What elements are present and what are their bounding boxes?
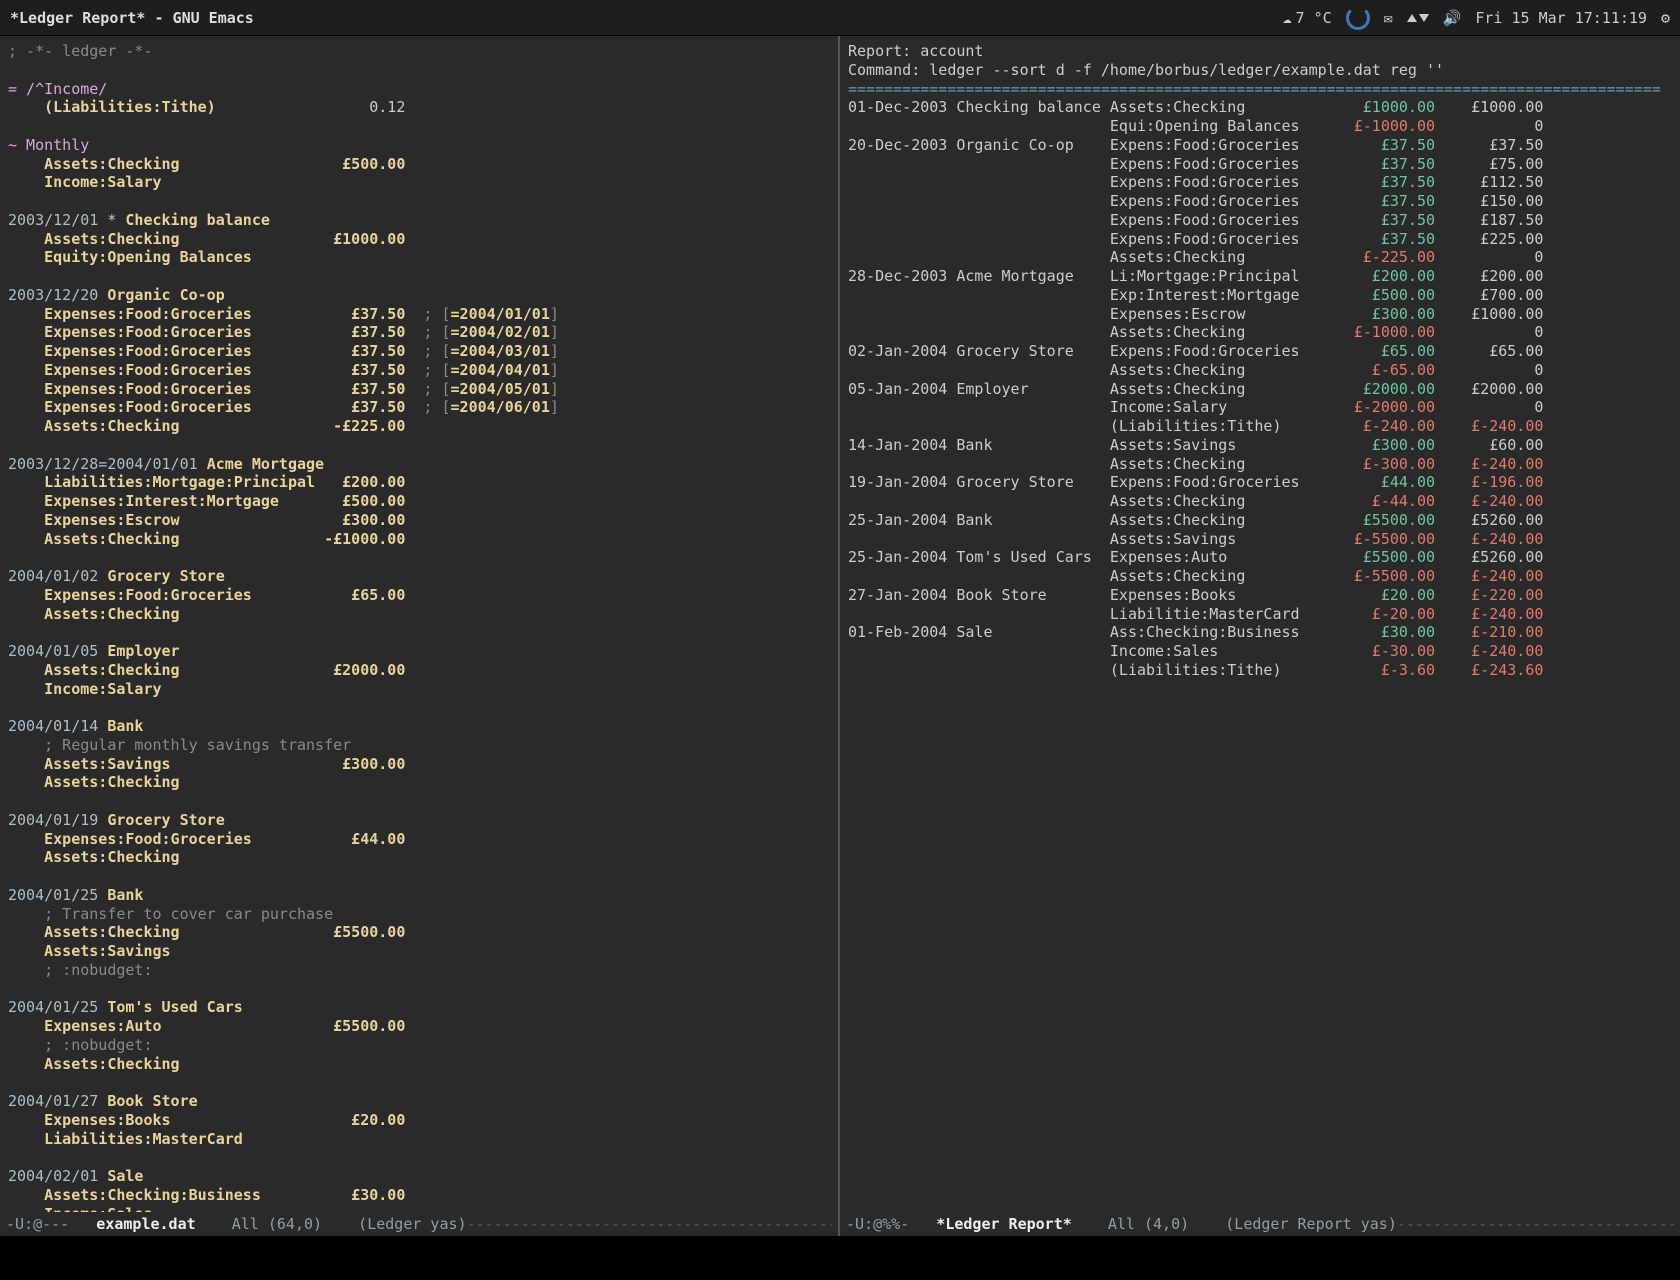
modeline-fill: ----------------------------------------… xyxy=(1397,1215,1674,1234)
gnome-topbar: *Ledger Report* - GNU Emacs ☁ 7 °C ✉ 🔊 F… xyxy=(0,0,1680,36)
register-row: 28-Dec-2003 Acme Mortgage Li:Mortgage:Pr… xyxy=(848,267,1672,286)
weather-text: 7 °C xyxy=(1296,9,1332,27)
register-row: Equi:Opening Balances £-1000.00 0 xyxy=(848,117,1672,136)
modeline-left: -U:@--- example.dat All (64,0) (Ledger y… xyxy=(0,1212,838,1236)
report-separator: ========================================… xyxy=(848,80,1672,99)
volume-icon[interactable]: 🔊 xyxy=(1443,9,1462,27)
register-row: 19-Jan-2004 Grocery Store Expens:Food:Gr… xyxy=(848,473,1672,492)
report-label: Report: account xyxy=(848,42,1672,61)
modeline-fill: ----------------------------------------… xyxy=(467,1215,832,1234)
clock[interactable]: Fri 15 Mar 17:11:19 xyxy=(1475,9,1647,27)
register-row: Income:Sales £-30.00 £-240.00 xyxy=(848,642,1672,661)
register-row: 20-Dec-2003 Organic Co-op Expens:Food:Gr… xyxy=(848,136,1672,155)
register-row: 27-Jan-2004 Book Store Expenses:Books £2… xyxy=(848,586,1672,605)
network-icon[interactable] xyxy=(1407,14,1429,22)
register-row: Expens:Food:Groceries £37.50 £75.00 xyxy=(848,155,1672,174)
register-row: Expens:Food:Groceries £37.50 £187.50 xyxy=(848,211,1672,230)
register-row: Assets:Checking £-225.00 0 xyxy=(848,248,1672,267)
register-row: 25-Jan-2004 Bank Assets:Checking £5500.0… xyxy=(848,511,1672,530)
modeline-buffer: *Ledger Report* xyxy=(936,1215,1071,1234)
register-row: Assets:Checking £-65.00 0 xyxy=(848,361,1672,380)
register-row: Assets:Checking £-5500.00 £-240.00 xyxy=(848,567,1672,586)
register-row: Expens:Food:Groceries £37.50 £225.00 xyxy=(848,230,1672,249)
register-row: (Liabilities:Tithe) £-240.00 £-240.00 xyxy=(848,417,1672,436)
weather-indicator[interactable]: ☁ 7 °C xyxy=(1283,9,1332,27)
register-row: Liabilitie:MasterCard £-20.00 £-240.00 xyxy=(848,605,1672,624)
register-row: Exp:Interest:Mortgage £500.00 £700.00 xyxy=(848,286,1672,305)
modeline-position: All (64,0) xyxy=(232,1215,322,1234)
register-row: 05-Jan-2004 Employer Assets:Checking £20… xyxy=(848,380,1672,399)
modeline-mode: (Ledger yas) xyxy=(358,1215,466,1234)
register-row: (Liabilities:Tithe) £-3.60 £-243.60 xyxy=(848,661,1672,680)
register-row: Assets:Checking £-1000.00 0 xyxy=(848,323,1672,342)
settings-gear-icon[interactable]: ⚙ xyxy=(1661,9,1670,27)
refresh-icon[interactable] xyxy=(1346,6,1370,30)
emacs-frame: ; -*- ledger -*- = /^Income/ (Liabilitie… xyxy=(0,36,1680,1236)
register-row: 01-Feb-2004 Sale Ass:Checking:Business £… xyxy=(848,623,1672,642)
register-row: Expens:Food:Groceries £37.50 £112.50 xyxy=(848,173,1672,192)
modeline-mode: (Ledger Report yas) xyxy=(1225,1215,1397,1234)
register-row: Assets:Checking £-300.00 £-240.00 xyxy=(848,455,1672,474)
ledger-source-buffer[interactable]: ; -*- ledger -*- = /^Income/ (Liabilitie… xyxy=(0,36,840,1236)
modeline-buffer: example.dat xyxy=(96,1215,195,1234)
register-row: Expenses:Escrow £300.00 £1000.00 xyxy=(848,305,1672,324)
register-row: Assets:Checking £-44.00 £-240.00 xyxy=(848,492,1672,511)
register-row: Income:Salary £-2000.00 0 xyxy=(848,398,1672,417)
register-row: 14-Jan-2004 Bank Assets:Savings £300.00 … xyxy=(848,436,1672,455)
modeline-prefix: -U:@%%- xyxy=(846,1215,909,1234)
register-row: 02-Jan-2004 Grocery Store Expens:Food:Gr… xyxy=(848,342,1672,361)
report-command: Command: ledger --sort d -f /home/borbus… xyxy=(848,61,1672,80)
modeline-right: -U:@%%- *Ledger Report* All (4,0) (Ledge… xyxy=(840,1212,1680,1236)
window-title: *Ledger Report* - GNU Emacs xyxy=(10,9,254,27)
modeline-position: All (4,0) xyxy=(1108,1215,1189,1234)
ledger-report-buffer[interactable]: Report: account Command: ledger --sort d… xyxy=(840,36,1680,1236)
register-row: 25-Jan-2004 Tom's Used Cars Expenses:Aut… xyxy=(848,548,1672,567)
modeline-prefix: -U:@--- xyxy=(6,1215,69,1234)
mail-icon[interactable]: ✉ xyxy=(1384,9,1393,27)
register-row: Assets:Savings £-5500.00 £-240.00 xyxy=(848,530,1672,549)
register-row: 01-Dec-2003 Checking balance Assets:Chec… xyxy=(848,98,1672,117)
register-row: Expens:Food:Groceries £37.50 £150.00 xyxy=(848,192,1672,211)
system-tray: ☁ 7 °C ✉ 🔊 Fri 15 Mar 17:11:19 ⚙ xyxy=(1283,6,1671,30)
